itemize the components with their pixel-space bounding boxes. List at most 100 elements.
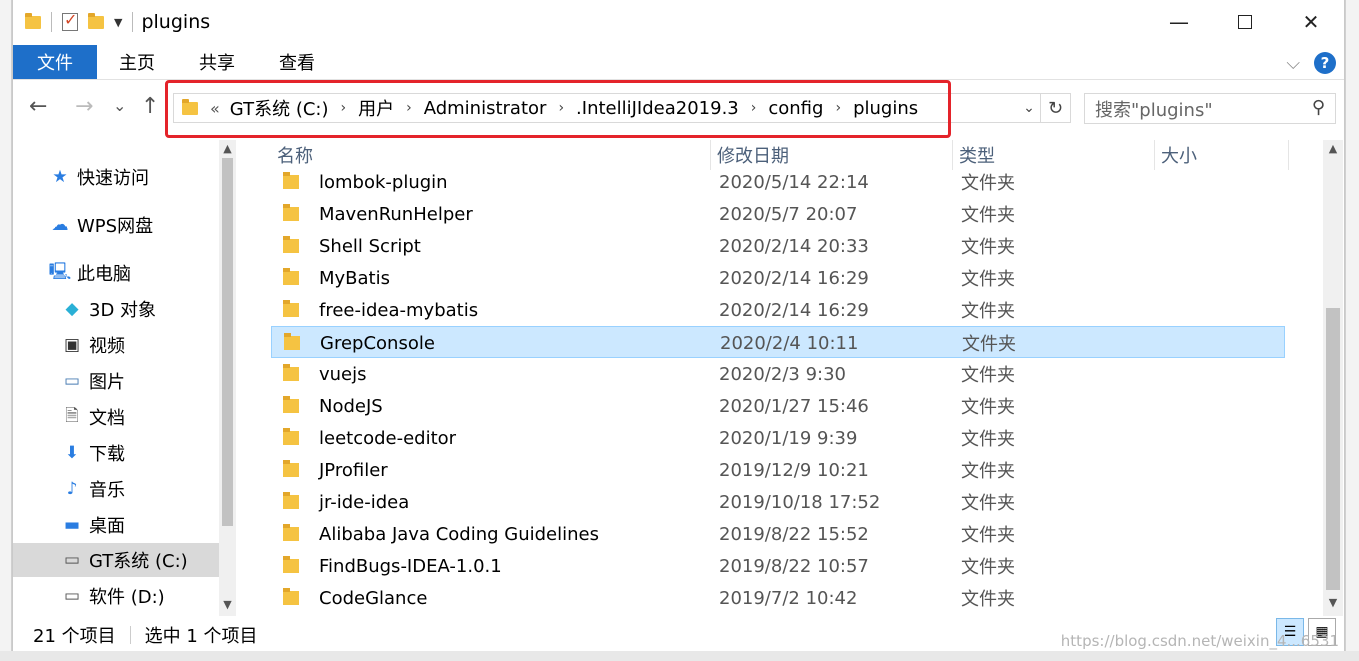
up-button[interactable]: ↑ [141,94,159,119]
table-row[interactable]: CodeGlance 2019/7/2 10:42 文件夹 [271,582,1285,614]
divider [51,12,52,32]
expand-ribbon-chevron-down-icon[interactable]: ⌵ [1286,53,1300,74]
table-row[interactable]: Shell Script 2020/2/14 20:33 文件夹 [271,230,1285,262]
file-name: Shell Script [319,235,421,257]
scrollbar-thumb[interactable] [1326,308,1340,590]
sidebar-item-music[interactable]: ♪ 音乐 [13,472,219,506]
sidebar-item-quick-access[interactable]: ★ 快速访问 [13,160,219,194]
computer-icon: 🖳 [48,261,72,282]
file-type: 文件夹 [962,334,1016,355]
file-type: 文件夹 [961,237,1015,258]
close-button[interactable]: ✕ [1278,0,1344,44]
item-count: 21 个项目 [33,625,116,647]
help-icon[interactable]: ? [1314,52,1336,74]
sidebar-item-documents[interactable]: 🗎 文档 [13,400,219,434]
folder-icon [283,204,299,221]
file-date: 2019/7/2 10:42 [719,587,858,609]
sidebar-item-this-pc[interactable]: 🖳 此电脑 [13,256,219,290]
file-name: Alibaba Java Coding Guidelines [319,523,599,545]
table-row[interactable]: MyBatis 2020/2/14 16:29 文件夹 [271,262,1285,294]
file-name: JProfiler [319,459,388,481]
sidebar-item-drive-d[interactable]: ▭ 软件 (D:) [13,579,219,613]
star-icon: ★ [52,167,68,187]
table-row[interactable]: Alibaba Java Coding Guidelines 2019/8/22… [271,518,1285,550]
file-type: 文件夹 [961,365,1015,386]
search-icon[interactable]: ⚲ [1312,97,1325,118]
minimize-button[interactable]: — [1146,0,1212,44]
scroll-down-chevron-icon[interactable]: ▼ [1323,596,1343,609]
table-row[interactable]: JProfiler 2019/12/9 10:21 文件夹 [271,454,1285,486]
file-name-cell: NodeJS [283,390,383,422]
table-row[interactable]: free-idea-mybatis 2020/2/14 16:29 文件夹 [271,294,1285,326]
divider [132,12,134,32]
folder-icon [283,460,299,477]
sidebar-item-drive-c[interactable]: ▭ GT系统 (C:) [13,543,219,577]
file-list: 名称 修改日期 类型 大小 lombok-plugin 2020/5/14 22… [271,140,1343,616]
sidebar-item-downloads[interactable]: ⬇ 下载 [13,436,219,470]
file-name: vuejs [319,363,367,385]
folder-icon [283,300,299,317]
file-date: 2020/2/14 16:29 [719,267,869,289]
file-name: FindBugs-IDEA-1.0.1 [319,555,502,577]
properties-icon[interactable] [62,10,78,31]
music-icon: ♪ [66,479,78,499]
file-type: 文件夹 [961,269,1015,290]
sidebar-item-wps-drive[interactable]: ☁ WPS网盘 [13,208,219,242]
address-bar-actions: ⌄ ↻ [1018,94,1070,122]
background-window-right [1345,0,1359,661]
table-row[interactable]: lombok-plugin 2020/5/14 22:14 文件夹 [271,166,1285,198]
sidebar-item-desktop[interactable]: ▬ 桌面 [13,508,219,542]
address-history-chevron-down-icon[interactable]: ⌄ [1018,100,1040,116]
back-button[interactable]: ← [29,94,47,119]
sidebar-item-videos[interactable]: ▣ 视频 [13,328,219,362]
navigation-pane-scrollbar[interactable]: ▲ ▼ [219,140,236,616]
recent-locations-button[interactable]: ⌄ [113,96,126,115]
table-row[interactable]: leetcode-editor 2020/1/19 9:39 文件夹 [271,422,1285,454]
file-name: GrepConsole [320,332,435,354]
scrollbar-thumb[interactable] [222,158,233,526]
file-date: 2020/2/3 9:30 [719,363,846,385]
file-name: leetcode-editor [319,427,457,449]
sidebar-item-3d-objects[interactable]: ◆ 3D 对象 [13,292,219,326]
file-type: 文件夹 [961,461,1015,482]
file-date: 2019/10/18 17:52 [719,491,881,513]
tab-home[interactable]: 主页 [97,45,177,79]
refresh-icon[interactable]: ↻ [1040,94,1070,122]
divider [129,625,131,644]
search-input[interactable]: 搜索"plugins" ⚲ [1084,93,1336,124]
file-name-cell: jr-ide-idea [283,486,409,518]
forward-button[interactable]: → [75,94,93,119]
sidebar-item-label: 图片 [89,372,125,393]
sidebar-item-label: 音乐 [89,480,125,501]
sidebar-item-label: 3D 对象 [89,300,157,321]
selection-count: 选中 1 个项目 [144,625,258,647]
maximize-button[interactable] [1212,0,1278,44]
scroll-down-chevron-icon[interactable]: ▼ [219,598,236,611]
file-date: 2020/1/19 9:39 [719,427,858,449]
scroll-up-chevron-icon[interactable]: ▲ [219,142,236,155]
sidebar-item-label: 桌面 [89,516,125,537]
file-list-scrollbar[interactable]: ▲ ▼ [1323,140,1343,616]
table-row[interactable]: FindBugs-IDEA-1.0.1 2019/8/22 10:57 文件夹 [271,550,1285,582]
table-row[interactable]: MavenRunHelper 2020/5/7 20:07 文件夹 [271,198,1285,230]
sidebar-item-pictures[interactable]: ▭ 图片 [13,364,219,398]
scroll-up-chevron-icon[interactable]: ▲ [1323,142,1343,155]
customize-toolbar-chevron-down-icon[interactable]: ▼ [114,16,122,29]
file-date: 2019/8/22 10:57 [719,555,869,577]
table-row[interactable]: vuejs 2020/2/3 9:30 文件夹 [271,358,1285,390]
sidebar-item-label: 视频 [89,336,125,357]
table-row[interactable]: jr-ide-idea 2019/10/18 17:52 文件夹 [271,486,1285,518]
tab-file[interactable]: 文件 [13,44,97,79]
new-folder-icon[interactable] [88,12,104,29]
tab-share[interactable]: 共享 [177,45,257,79]
sidebar-item-label: 快速访问 [77,168,149,189]
tab-view[interactable]: 查看 [257,45,337,79]
sidebar-item-label: GT系统 (C:) [89,551,188,572]
file-name-cell: FindBugs-IDEA-1.0.1 [283,550,502,582]
table-row-selected[interactable]: GrepConsole 2020/2/4 10:11 文件夹 [271,326,1285,358]
ribbon-right-controls: ⌵ ? [1286,52,1336,74]
file-type: 文件夹 [961,557,1015,578]
file-type: 文件夹 [961,173,1015,194]
file-name-cell: MavenRunHelper [283,198,473,230]
table-row[interactable]: NodeJS 2020/1/27 15:46 文件夹 [271,390,1285,422]
